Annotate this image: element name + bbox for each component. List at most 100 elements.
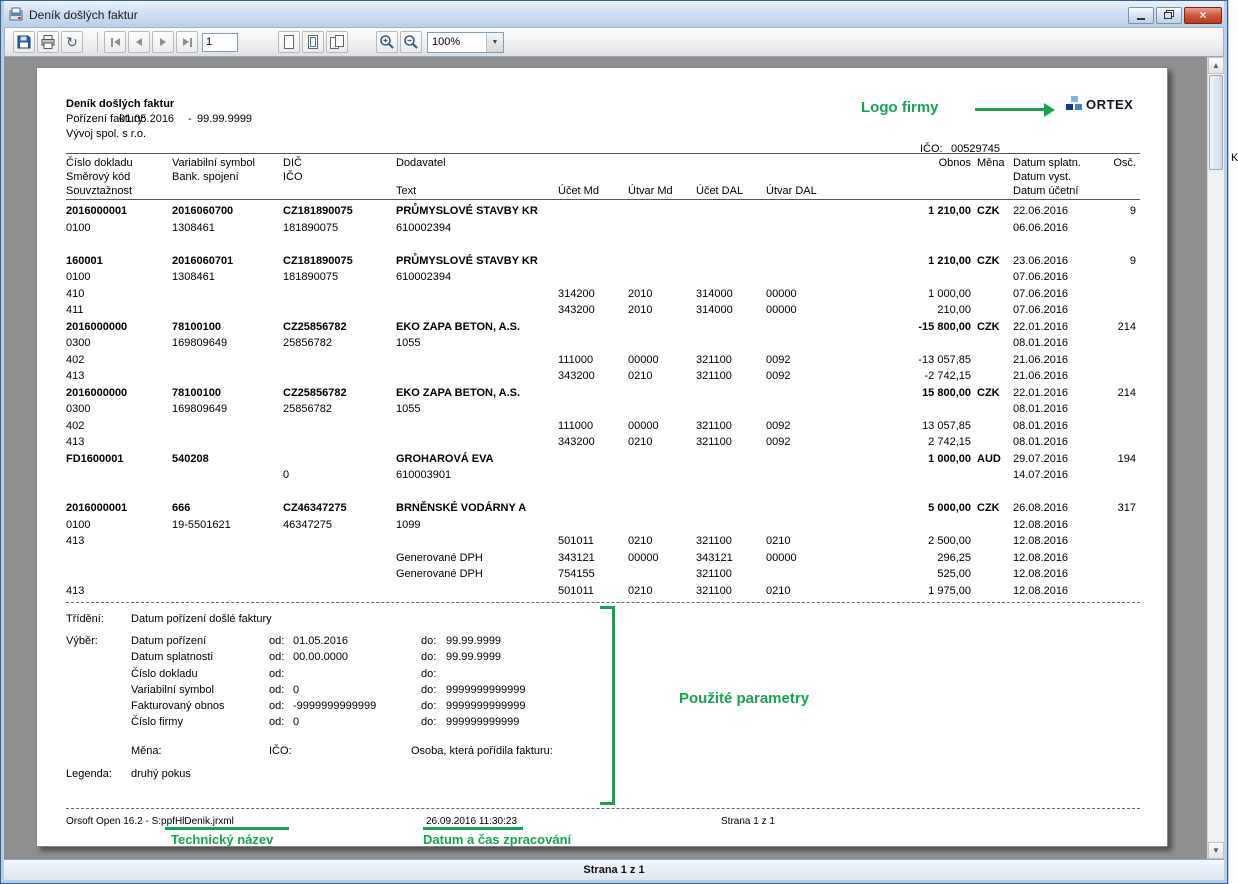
scroll-down-button[interactable]: ▼ bbox=[1208, 842, 1224, 859]
cell-u4: 0092 bbox=[766, 354, 821, 366]
single-page-icon bbox=[282, 34, 296, 50]
minimize-button[interactable] bbox=[1128, 7, 1154, 24]
scroll-up-button[interactable]: ▲ bbox=[1208, 57, 1224, 74]
zoom-dropdown-button[interactable]: ▼ bbox=[486, 33, 503, 52]
logo-squares-icon bbox=[1066, 96, 1083, 112]
invoice-lines: 20160000012016060700CZ181890075PRŮMYSLOV… bbox=[37, 205, 1167, 601]
restore-button[interactable] bbox=[1156, 7, 1182, 24]
cell-cur: CZK bbox=[977, 321, 1000, 333]
table-row: 413501011021032110002102 500,0012.08.201… bbox=[37, 535, 1167, 552]
legend-value: druhý pokus bbox=[131, 768, 191, 780]
od-value: 0 bbox=[293, 684, 299, 696]
cell-date: 08.01.2016 bbox=[1013, 436, 1068, 448]
cell-c2: Bank. spojení bbox=[172, 171, 239, 183]
cell-c1: 410 bbox=[66, 288, 84, 300]
cell-c1: FD1600001 bbox=[66, 453, 124, 465]
cell-c4: Generované DPH bbox=[396, 568, 483, 580]
cell-cur: CZK bbox=[977, 502, 1000, 514]
cell-date: 22.01.2016 bbox=[1013, 321, 1068, 333]
param-row: Variabilní symbolod:0do:9999999999999 bbox=[37, 684, 1167, 700]
cell-u2: 00000 bbox=[628, 552, 683, 564]
cell-date: Datum účetní bbox=[1013, 185, 1078, 197]
cell-c1: 2016000000 bbox=[66, 387, 127, 399]
cell-u1: 501011 bbox=[558, 535, 618, 547]
param-name: Číslo firmy bbox=[131, 716, 183, 728]
scrollbar-thumb[interactable] bbox=[1209, 75, 1223, 170]
cell-c2: 2016060701 bbox=[172, 255, 233, 267]
do-label: do: bbox=[421, 700, 436, 712]
save-button[interactable] bbox=[13, 31, 35, 53]
cell-amt: 1 000,00 bbox=[837, 453, 971, 465]
scroll-down-icon: ▼ bbox=[1212, 846, 1220, 855]
cell-u3: 321100 bbox=[696, 568, 751, 580]
annotation-logo-arrow-line bbox=[975, 108, 1045, 111]
zoom-select[interactable]: 100% ▼ bbox=[427, 32, 504, 53]
cell-date: 07.06.2016 bbox=[1013, 288, 1068, 300]
do-value: 9999999999999 bbox=[446, 684, 526, 696]
zoom-in-button[interactable] bbox=[376, 31, 398, 53]
background-text: K bbox=[1231, 152, 1238, 164]
cell-u1: 314200 bbox=[558, 288, 618, 300]
cell-c1: 2016000000 bbox=[66, 321, 127, 333]
ico-filter-label: IČO: bbox=[269, 745, 292, 757]
od-label: od: bbox=[269, 635, 284, 647]
nav-last-button[interactable] bbox=[176, 31, 198, 53]
zoom-out-button[interactable] bbox=[400, 31, 422, 53]
table-row: 41334320002103211000092-2 742,1521.06.20… bbox=[37, 370, 1167, 387]
scrollbar-track[interactable] bbox=[1208, 171, 1224, 842]
next-page-icon bbox=[160, 38, 166, 46]
od-label: od: bbox=[269, 651, 284, 663]
table-row: 413343200021032110000922 742,1508.01.201… bbox=[37, 436, 1167, 453]
layout-multi-page-button[interactable] bbox=[326, 31, 348, 53]
company-name: Vývoj spol. s r.o. bbox=[66, 128, 146, 140]
table-row: 201600000078100100CZ25856782EKO ZAPA BET… bbox=[37, 387, 1167, 404]
nav-first-button[interactable] bbox=[104, 31, 126, 53]
cell-c4: EKO ZAPA BETON, A.S. bbox=[396, 387, 520, 399]
cell-c3: CZ25856782 bbox=[283, 321, 347, 333]
do-label: do: bbox=[421, 635, 436, 647]
refresh-button[interactable]: ↻ bbox=[61, 31, 83, 53]
table-row: 413501011021032110002101 975,0012.08.201… bbox=[37, 585, 1167, 602]
cell-u3: 343121 bbox=[696, 552, 751, 564]
cell-u1: 111000 bbox=[558, 354, 618, 366]
close-button[interactable]: × bbox=[1184, 7, 1222, 24]
app-window: Deník došlých faktur × ↻ bbox=[0, 0, 1228, 884]
layout-single-page-button[interactable] bbox=[278, 31, 300, 53]
sorting-label: Třídění: bbox=[66, 613, 104, 625]
table-row: 20160000012016060700CZ181890075PRŮMYSLOV… bbox=[37, 205, 1167, 222]
page-number-input[interactable] bbox=[202, 33, 238, 52]
cell-c2: 2016060700 bbox=[172, 205, 233, 217]
acquisition-dash: - bbox=[188, 113, 192, 125]
print-button[interactable] bbox=[37, 31, 59, 53]
cell-c3: DIČ bbox=[283, 157, 302, 169]
nav-prev-button[interactable] bbox=[128, 31, 150, 53]
table-row: 411343200201031400000000210,0007.06.2016 bbox=[37, 304, 1167, 321]
table-row: 0100130846118189007561000239407.06.2016 bbox=[37, 271, 1167, 288]
cell-c1: 413 bbox=[66, 535, 84, 547]
cell-u1: 501011 bbox=[558, 585, 618, 597]
first-page-icon bbox=[114, 38, 120, 46]
footer-rule bbox=[66, 808, 1140, 809]
column-header: Číslo dokladuVariabilní symbolDIČDodavat… bbox=[37, 157, 1167, 199]
annotation-bracket-bottom bbox=[600, 802, 615, 805]
cell-c1: 0100 bbox=[66, 271, 90, 283]
cell-c1: 402 bbox=[66, 420, 84, 432]
nav-next-button[interactable] bbox=[152, 31, 174, 53]
cell-c4: 610003901 bbox=[396, 469, 451, 481]
currency-filter-label: Měna: bbox=[131, 745, 162, 757]
cell-c4: 1055 bbox=[396, 403, 420, 415]
footer-technical-name: Orsoft Open 16.2 - S:ppfHlDenik.jrxml bbox=[66, 816, 234, 827]
cell-u4: Útvar DAL bbox=[766, 185, 821, 197]
vertical-scrollbar[interactable]: ▲ ▼ bbox=[1207, 57, 1224, 859]
cell-c3: 0 bbox=[283, 469, 289, 481]
cell-u3: 321100 bbox=[696, 585, 751, 597]
titlebar[interactable]: Deník došlých faktur × bbox=[4, 1, 1224, 27]
param-row: Číslo firmyod:0do:999999999999 bbox=[37, 716, 1167, 732]
header-bottom-rule bbox=[66, 199, 1140, 200]
zoom-in-icon bbox=[379, 34, 395, 50]
layout-fit-page-button[interactable] bbox=[302, 31, 324, 53]
cell-c2: 169809649 bbox=[172, 403, 227, 415]
print-icon bbox=[40, 34, 56, 50]
cell-c1: 2016000001 bbox=[66, 502, 127, 514]
cell-c4: EKO ZAPA BETON, A.S. bbox=[396, 321, 520, 333]
